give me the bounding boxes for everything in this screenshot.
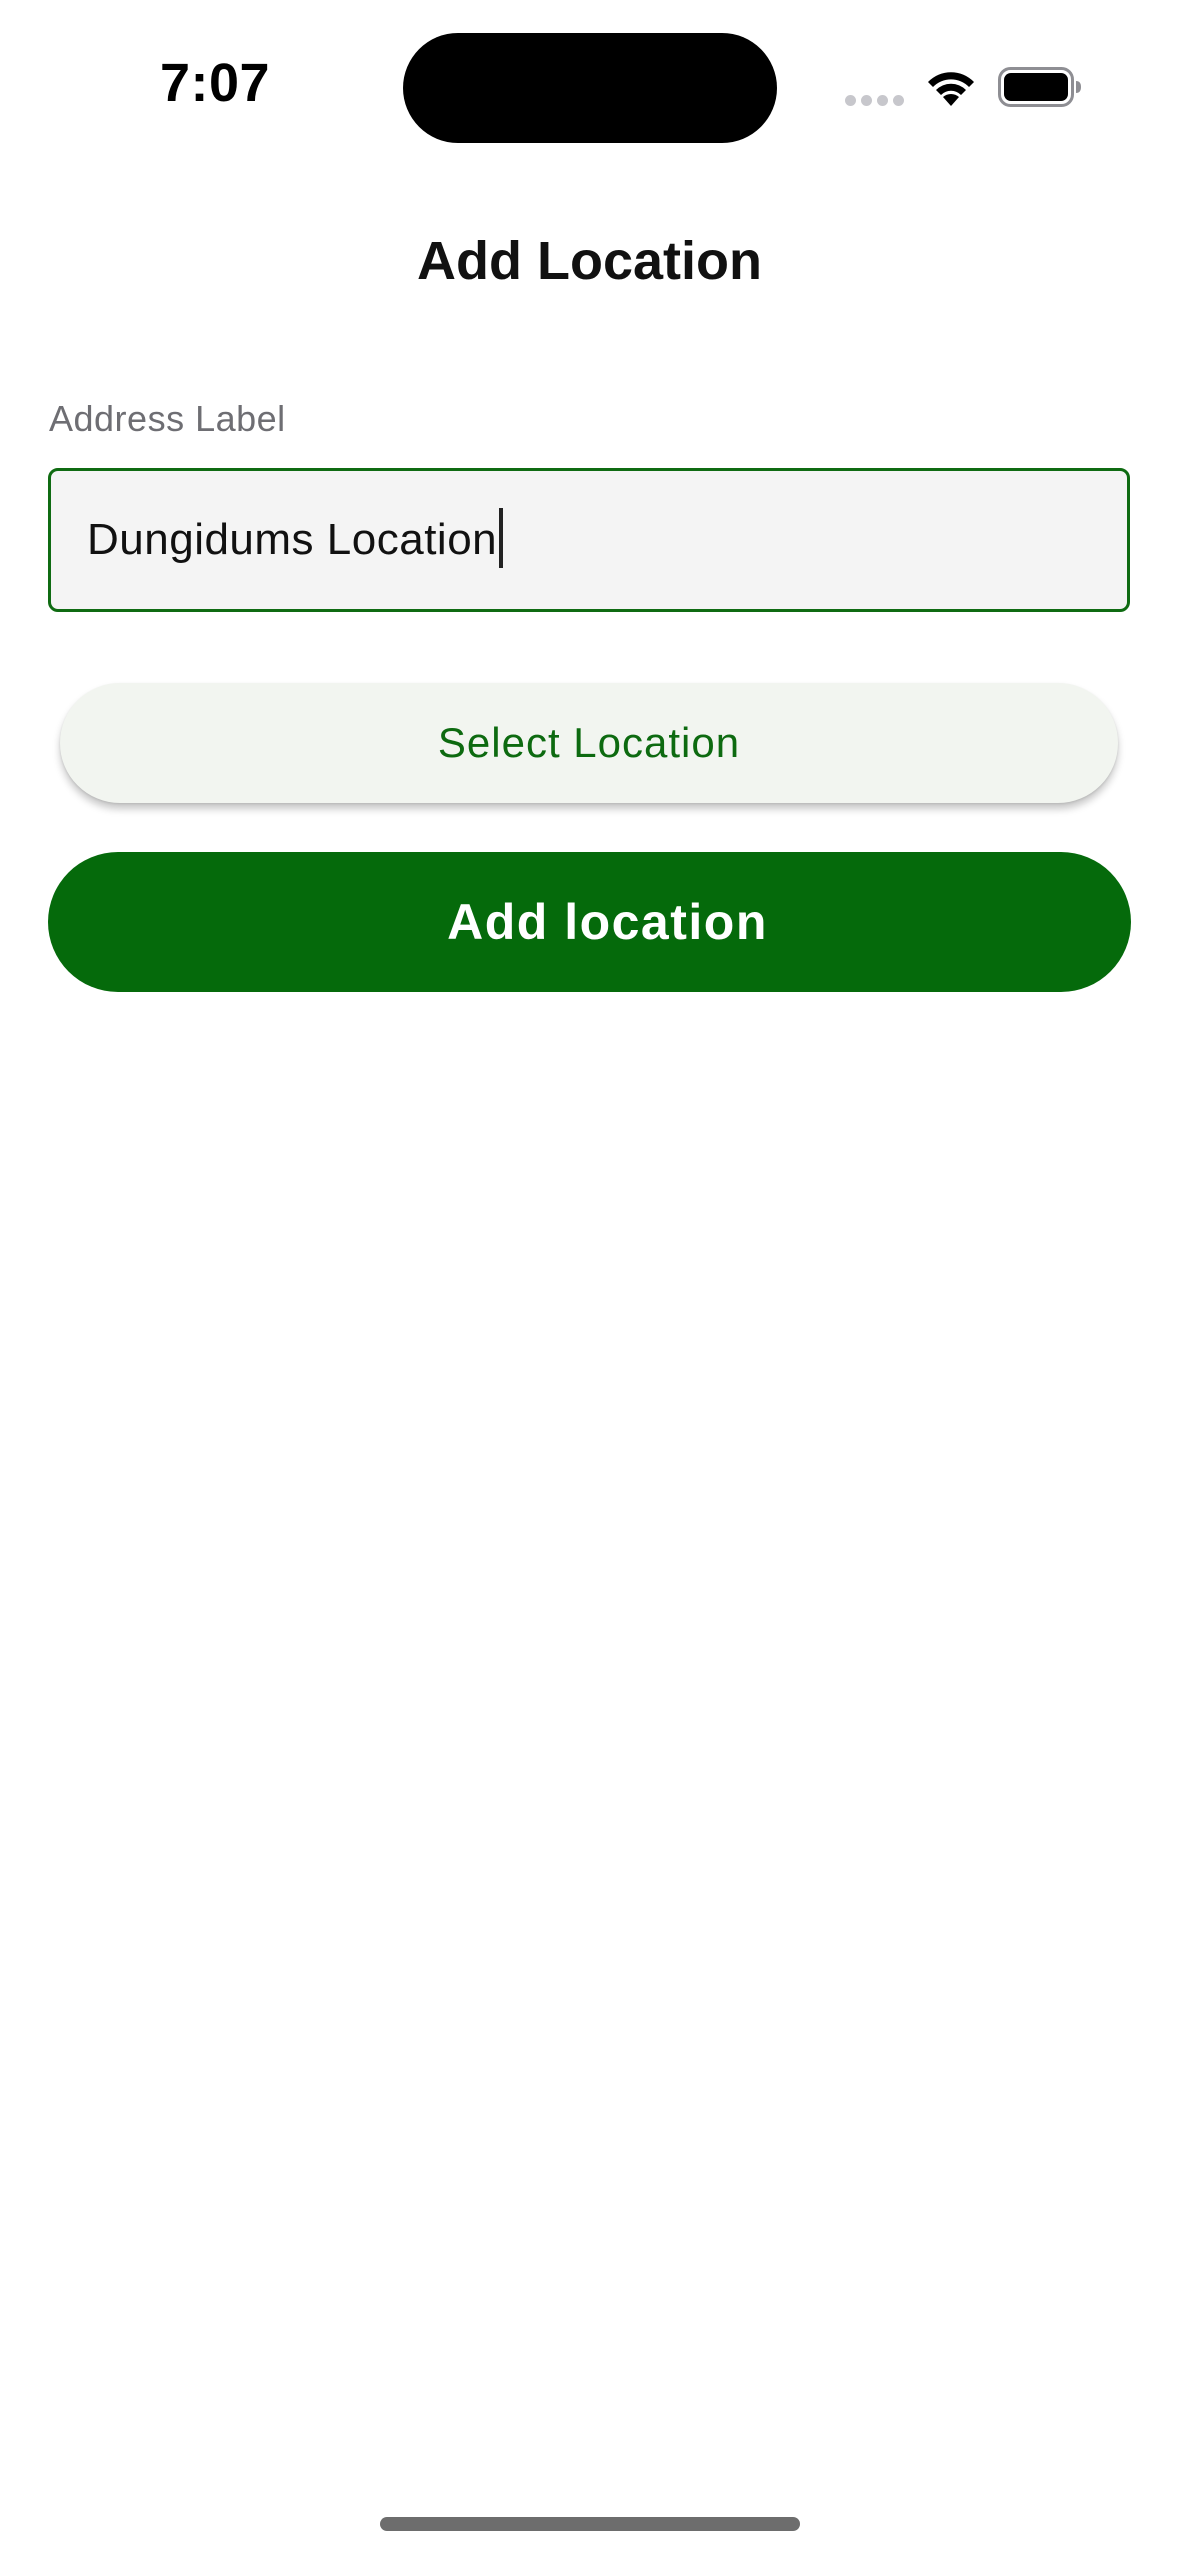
signal-dots-icon (845, 95, 905, 107)
text-cursor (499, 508, 504, 569)
dynamic-island (403, 33, 777, 143)
wifi-icon (928, 72, 974, 106)
home-indicator[interactable] (380, 2517, 800, 2531)
status-time: 7:07 (160, 53, 271, 113)
page-title: Add Location (417, 231, 762, 291)
address-label-input[interactable]: Dungidums Location (48, 468, 1130, 612)
add-location-screen: 7:07 Add Location Address Label Dungidum… (0, 0, 1179, 2556)
battery-icon (998, 67, 1081, 107)
address-label-caption: Address Label (49, 398, 286, 439)
address-input-text: Dungidums Location (87, 515, 498, 564)
select-location-label: Select Location (437, 719, 741, 766)
address-input-value: Dungidums Location (87, 508, 504, 569)
select-location-button[interactable]: Select Location (60, 683, 1118, 803)
add-location-label: Add location (447, 894, 768, 950)
status-bar: 7:07 (0, 0, 1179, 150)
add-location-button[interactable]: Add location (48, 852, 1131, 992)
